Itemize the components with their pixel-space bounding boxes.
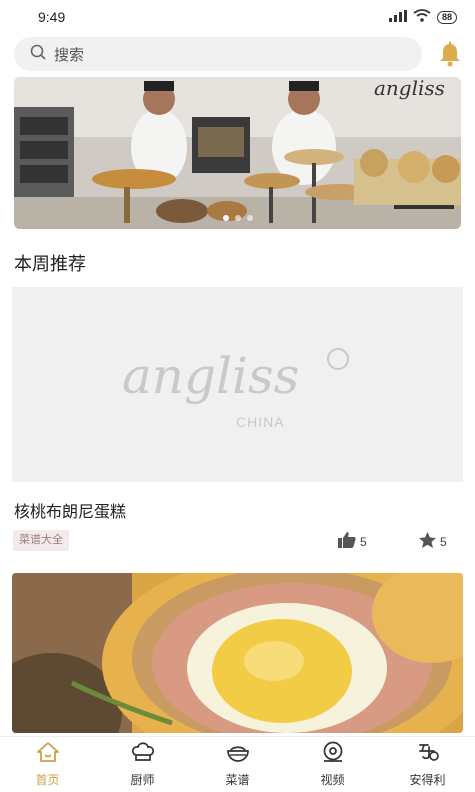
angliss-logo-icon bbox=[415, 741, 441, 768]
search-placeholder: 搜索 bbox=[54, 46, 85, 64]
battery-icon: 88 bbox=[436, 10, 457, 24]
tab-label: 视频 bbox=[320, 773, 345, 787]
signal-icon bbox=[388, 9, 407, 25]
angliss-logo-placeholder: angliss CHINA bbox=[122, 347, 349, 430]
carousel-dot bbox=[246, 215, 253, 221]
tab-label: 首页 bbox=[35, 773, 60, 787]
tab-angliss[interactable]: 安得利 bbox=[380, 737, 475, 792]
section-title: 本周推荐 bbox=[14, 254, 86, 274]
tab-label: 安得利 bbox=[409, 773, 446, 787]
status-time: 9:49 bbox=[38, 9, 66, 25]
carousel-dot bbox=[234, 215, 241, 221]
tab-label: 菜谱 bbox=[225, 773, 250, 787]
carousel-indicators bbox=[222, 215, 253, 221]
favorite-button[interactable]: 5 bbox=[419, 532, 447, 551]
tab-recipes[interactable]: 菜谱 bbox=[190, 737, 285, 792]
favorite-count: 5 bbox=[440, 534, 447, 549]
search-icon bbox=[30, 44, 46, 65]
like-count: 5 bbox=[360, 534, 367, 549]
carousel-dot bbox=[222, 215, 229, 221]
bell-icon[interactable] bbox=[436, 40, 464, 68]
top-row: 搜索 bbox=[14, 36, 464, 72]
tab-label: 厨师 bbox=[130, 773, 155, 787]
recipe-bowl-icon bbox=[225, 741, 251, 768]
scotch-egg-photo bbox=[12, 573, 463, 733]
banner-carousel[interactable]: angliss bbox=[14, 77, 461, 229]
recipe-tag[interactable]: 菜谱大全 bbox=[13, 530, 69, 551]
banner-brand: angliss bbox=[374, 77, 445, 100]
recipe-card-image[interactable]: angliss CHINA bbox=[12, 287, 463, 482]
search-input[interactable]: 搜索 bbox=[14, 37, 422, 71]
tab-home[interactable]: 首页 bbox=[0, 737, 95, 792]
status-bar: 9:49 88 bbox=[0, 0, 475, 34]
status-icons: 88 bbox=[388, 9, 457, 25]
svg-text:CHINA: CHINA bbox=[236, 414, 285, 430]
star-icon bbox=[419, 532, 436, 551]
home-icon bbox=[35, 741, 61, 768]
tab-video[interactable]: 视频 bbox=[285, 737, 380, 792]
recipe-title[interactable]: 核桃布朗尼蛋糕 bbox=[14, 498, 126, 522]
tab-chef[interactable]: 厨师 bbox=[95, 737, 190, 792]
video-icon bbox=[320, 741, 346, 768]
bottom-tab-bar: 首页 厨师 菜谱 视频 安得利 bbox=[0, 736, 475, 792]
svg-text:angliss: angliss bbox=[122, 347, 299, 405]
thumbs-up-icon bbox=[338, 532, 356, 551]
chef-hat-icon bbox=[130, 741, 156, 768]
recipe-card-image[interactable] bbox=[12, 573, 463, 733]
like-button[interactable]: 5 bbox=[338, 532, 367, 551]
banner-photo: angliss bbox=[14, 77, 461, 229]
wifi-icon bbox=[413, 9, 431, 25]
